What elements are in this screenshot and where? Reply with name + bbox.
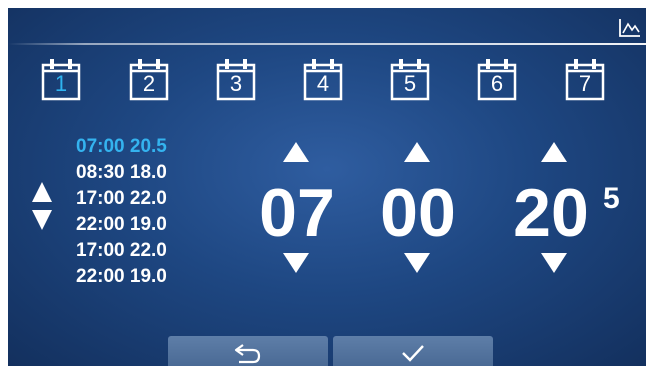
header-divider — [8, 43, 646, 45]
temperature-down-arrow-icon[interactable] — [541, 253, 567, 273]
chart-icon[interactable] — [618, 17, 642, 39]
schedule-entry[interactable]: 07:00 20.5 — [76, 134, 167, 160]
temperature-decimal: 5 — [603, 182, 620, 215]
day-2-label: 2 — [142, 71, 156, 96]
back-arrow-icon — [234, 344, 261, 364]
minute-down-arrow-icon[interactable] — [404, 253, 430, 273]
confirm-button[interactable] — [333, 336, 493, 366]
hour-value: 07 — [259, 175, 335, 251]
schedule-list: 07:00 20.5 08:30 18.0 17:00 22.0 22:00 1… — [76, 134, 167, 290]
day-3-button[interactable]: 3 — [216, 57, 256, 101]
temperature-up-arrow-icon[interactable] — [541, 142, 567, 162]
day-7-label: 7 — [578, 71, 592, 96]
day-5-button[interactable]: 5 — [390, 57, 430, 101]
day-2-button[interactable]: 2 — [129, 57, 169, 101]
day-3-label: 3 — [229, 71, 243, 96]
day-7-button[interactable]: 7 — [565, 57, 605, 101]
temperature-value: 20 — [513, 175, 589, 251]
schedule-entry[interactable]: 22:00 19.0 — [76, 212, 167, 238]
back-button[interactable] — [168, 336, 328, 366]
minute-value: 00 — [380, 175, 456, 251]
day-1-button[interactable]: 1 — [41, 57, 81, 101]
schedule-entry[interactable]: 17:00 22.0 — [76, 238, 167, 264]
hour-down-arrow-icon[interactable] — [283, 253, 309, 273]
schedule-scroll-arrows — [32, 182, 52, 230]
arrow-down-icon[interactable] — [32, 210, 52, 230]
checkmark-icon — [402, 345, 424, 362]
arrow-up-icon[interactable] — [32, 182, 52, 202]
day-4-label: 4 — [316, 71, 330, 96]
minute-up-arrow-icon[interactable] — [404, 142, 430, 162]
thermostat-screen: 1 2 3 4 5 6 7 07:00 20.5 08:30 18.0 17:0… — [8, 8, 646, 366]
schedule-entry[interactable]: 17:00 22.0 — [76, 186, 167, 212]
day-6-button[interactable]: 6 — [477, 57, 517, 101]
day-5-label: 5 — [403, 71, 417, 96]
day-1-label: 1 — [54, 71, 68, 96]
schedule-entry[interactable]: 08:30 18.0 — [76, 160, 167, 186]
hour-up-arrow-icon[interactable] — [283, 142, 309, 162]
day-6-label: 6 — [490, 71, 504, 96]
schedule-entry[interactable]: 22:00 19.0 — [76, 264, 167, 290]
day-4-button[interactable]: 4 — [303, 57, 343, 101]
